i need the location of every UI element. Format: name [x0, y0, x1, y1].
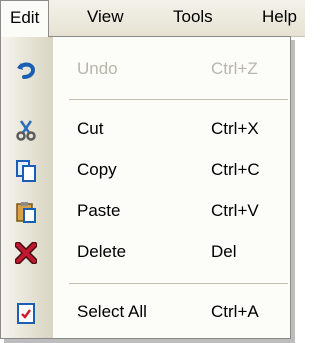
menu-tools[interactable]: Tools	[164, 0, 222, 36]
menu-item-shortcut: Ctrl+Z	[211, 59, 258, 78]
menu-shadow-right	[291, 40, 295, 341]
menu-bar: Edit View Tools Help	[0, 0, 305, 37]
menu-item-label: Select All	[77, 302, 147, 321]
undo-icon	[15, 59, 37, 81]
menu-item-shortcut: Del	[211, 242, 237, 261]
select-all-icon	[15, 302, 37, 324]
menu-item-copy[interactable]: Copy Ctrl+C	[1, 150, 290, 190]
edit-menu-dropdown: Undo Ctrl+Z Cut Ctrl+X Copy Ctrl+C Paste…	[0, 36, 291, 339]
menu-shadow-bottom	[4, 339, 295, 343]
menu-help[interactable]: Help	[253, 0, 306, 36]
menu-item-shortcut: Ctrl+X	[211, 119, 259, 138]
paste-icon	[15, 201, 37, 223]
scissors-icon	[15, 119, 37, 141]
menu-item-paste[interactable]: Paste Ctrl+V	[1, 191, 290, 231]
menu-item-shortcut: Ctrl+V	[211, 201, 259, 220]
menu-separator	[69, 99, 288, 100]
delete-icon	[14, 241, 38, 265]
menu-item-undo[interactable]: Undo Ctrl+Z	[1, 49, 290, 89]
menu-edit[interactable]: Edit	[0, 0, 50, 37]
menu-item-select-all[interactable]: Select All Ctrl+A	[1, 292, 290, 332]
menu-item-label: Delete	[77, 242, 127, 261]
menu-item-label: Cut	[77, 119, 104, 138]
menu-item-label: Paste	[77, 201, 121, 220]
menu-item-shortcut: Ctrl+C	[211, 160, 260, 179]
menu-item-label: Copy	[77, 160, 117, 179]
menu-item-label: Undo	[77, 59, 118, 78]
menu-item-cut[interactable]: Cut Ctrl+X	[1, 109, 290, 149]
menu-separator	[69, 283, 288, 284]
menu-item-shortcut: Ctrl+A	[211, 302, 259, 321]
menu-view[interactable]: View	[78, 0, 133, 36]
menu-item-delete[interactable]: Delete Del	[1, 232, 290, 272]
copy-icon	[15, 160, 37, 182]
